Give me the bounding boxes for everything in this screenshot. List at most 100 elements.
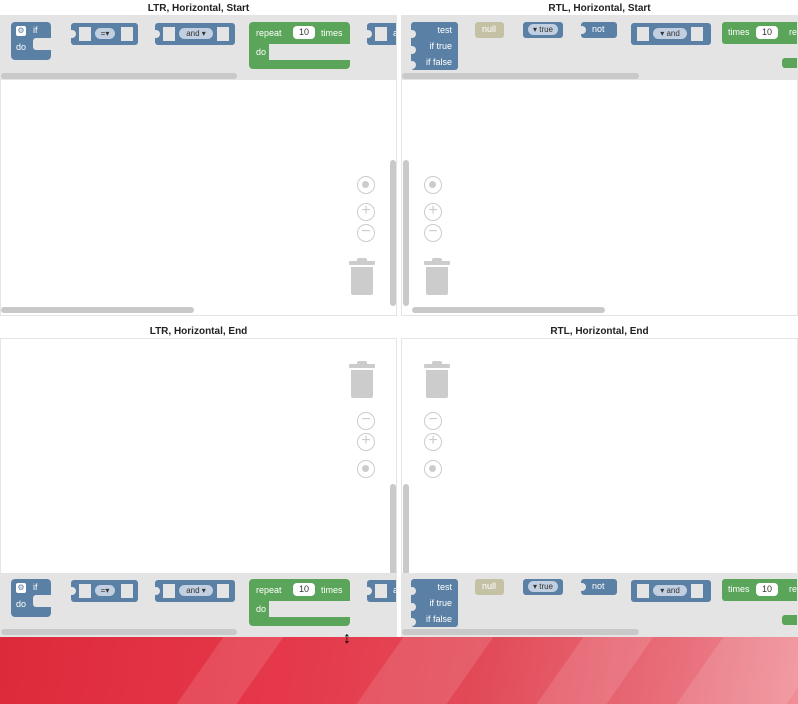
zoom-out-icon[interactable]: − (357, 412, 375, 430)
zoom-out-icon[interactable]: − (424, 412, 442, 430)
repeat-block[interactable]: times 10 re (722, 22, 797, 44)
logic-op-value: and (186, 29, 200, 38)
workspace-rtl-end[interactable]: − + test if true if false null ▾ true no… (401, 338, 798, 638)
truncated-label: re (789, 584, 797, 594)
chevron-down-icon: ▾ (201, 586, 206, 595)
zoom-in-glyph: + (361, 432, 371, 449)
recenter-icon[interactable] (357, 176, 375, 194)
repeat-count-input[interactable]: 10 (293, 26, 315, 39)
recenter-icon[interactable] (424, 460, 442, 478)
flyout-scrollbar[interactable] (402, 73, 639, 79)
trash-icon[interactable] (424, 361, 450, 400)
logic-operation-block[interactable]: and ▾ (155, 580, 235, 602)
compare-op-dropdown[interactable]: =▾ (95, 28, 115, 39)
flyout-scrollbar[interactable] (402, 629, 639, 635)
workspace-ltr-start[interactable]: ⚙ if do =▾ and ▾ repeat 10 times do + − (0, 15, 397, 316)
trash-lid (424, 364, 450, 368)
times-label: times (728, 584, 750, 594)
zoom-out-icon[interactable]: − (424, 224, 442, 242)
workspace-ltr-end[interactable]: − + ⚙ if do =▾ and ▾ repeat 10 times do (0, 338, 397, 638)
not-label: not (592, 581, 605, 591)
workspace-vscrollbar[interactable] (390, 160, 396, 306)
flyout-scrollbar[interactable] (1, 73, 237, 79)
repeat-block[interactable]: repeat 10 times do (249, 579, 350, 626)
input-slot (375, 584, 387, 598)
statement-slot (33, 595, 51, 607)
trash-icon[interactable] (349, 361, 375, 400)
recenter-icon[interactable] (357, 460, 375, 478)
input-slot (163, 584, 175, 598)
repeat-block[interactable]: times 10 re (722, 579, 797, 601)
input-slot (691, 584, 703, 598)
if-block[interactable]: ⚙ if do (11, 579, 51, 617)
ternary-block[interactable]: test if true if false (411, 579, 458, 627)
repeat-count-input[interactable]: 10 (756, 583, 778, 596)
workspace-vscrollbar[interactable] (403, 160, 409, 306)
logic-operation-block[interactable]: ▾ and (631, 580, 711, 602)
recenter-icon[interactable] (424, 176, 442, 194)
gear-icon[interactable]: ⚙ (16, 26, 26, 36)
flyout[interactable]: test if true if false null ▾ true not ▾ … (402, 573, 797, 637)
logic-op-dropdown[interactable]: and ▾ (179, 585, 213, 596)
compare-block[interactable]: =▾ (71, 23, 138, 45)
not-block[interactable]: not (581, 22, 617, 38)
flyout[interactable]: test if true if false null ▾ true not ▾ … (402, 16, 797, 80)
statement-slot (33, 38, 51, 50)
boolean-block[interactable]: ▾ true (523, 579, 563, 595)
trash-lid (349, 261, 375, 265)
zoom-in-icon[interactable]: + (424, 203, 442, 221)
boolean-dropdown[interactable]: ▾ true (528, 24, 558, 35)
if-block[interactable]: ⚙ if do (11, 22, 51, 60)
repeat-block[interactable]: repeat 10 times do (249, 22, 350, 69)
connector (155, 587, 160, 595)
truncated-block[interactable]: a (367, 580, 396, 602)
zoom-out-icon[interactable]: − (357, 224, 375, 242)
input-slot (121, 27, 133, 41)
input-slot (637, 27, 649, 41)
logic-op-dropdown[interactable]: and ▾ (179, 28, 213, 39)
background-streak (676, 637, 798, 704)
logic-op-dropdown[interactable]: ▾ and (653, 28, 687, 39)
boolean-block[interactable]: ▾ true (523, 22, 563, 38)
repeat-label: repeat (256, 28, 282, 38)
flyout-scrollbar[interactable] (1, 629, 237, 635)
zoom-in-icon[interactable]: + (424, 433, 442, 451)
flyout[interactable]: ⚙ if do =▾ and ▾ repeat 10 times do (1, 16, 396, 80)
do-label: do (256, 604, 267, 614)
boolean-dropdown[interactable]: ▾ true (528, 581, 558, 592)
do-label: do (256, 47, 267, 57)
zoom-out-glyph: − (428, 223, 438, 240)
trash-icon[interactable] (424, 258, 450, 297)
null-label: null (482, 24, 497, 34)
compare-op-dropdown[interactable]: =▾ (95, 585, 115, 596)
connector (411, 30, 416, 38)
workspace-rtl-start[interactable]: test if true if false null ▾ true not ▾ … (401, 15, 798, 316)
null-block[interactable]: null (475, 579, 504, 595)
chevron-down-icon: ▾ (532, 582, 537, 591)
logic-operation-block[interactable]: ▾ and (631, 23, 711, 45)
flyout[interactable]: ⚙ if do =▾ and ▾ repeat 10 times do (1, 573, 396, 637)
zoom-in-icon[interactable]: + (357, 203, 375, 221)
logic-op-dropdown[interactable]: ▾ and (653, 585, 687, 596)
repeat-count-input[interactable]: 10 (756, 26, 778, 39)
zoom-out-glyph: − (361, 223, 371, 240)
desktop-background (0, 637, 798, 704)
repeat-count-input[interactable]: 10 (293, 583, 315, 596)
null-block[interactable]: null (475, 22, 504, 38)
not-block[interactable]: not (581, 579, 617, 595)
logic-op-value: and (186, 586, 200, 595)
trash-icon[interactable] (349, 258, 375, 297)
ternary-block[interactable]: test if true if false (411, 22, 458, 70)
connector (411, 618, 416, 626)
zoom-in-glyph: + (361, 202, 371, 219)
connector (581, 583, 586, 591)
chevron-down-icon: ▾ (532, 25, 537, 34)
truncated-block[interactable]: a (367, 23, 396, 45)
compare-block[interactable]: =▾ (71, 580, 138, 602)
gear-icon[interactable]: ⚙ (16, 583, 26, 593)
workspace-hscrollbar[interactable] (1, 307, 194, 313)
logic-operation-block[interactable]: and ▾ (155, 23, 235, 45)
workspace-hscrollbar[interactable] (412, 307, 605, 313)
zoom-in-icon[interactable]: + (357, 433, 375, 451)
repeat-block-tail (782, 58, 797, 68)
